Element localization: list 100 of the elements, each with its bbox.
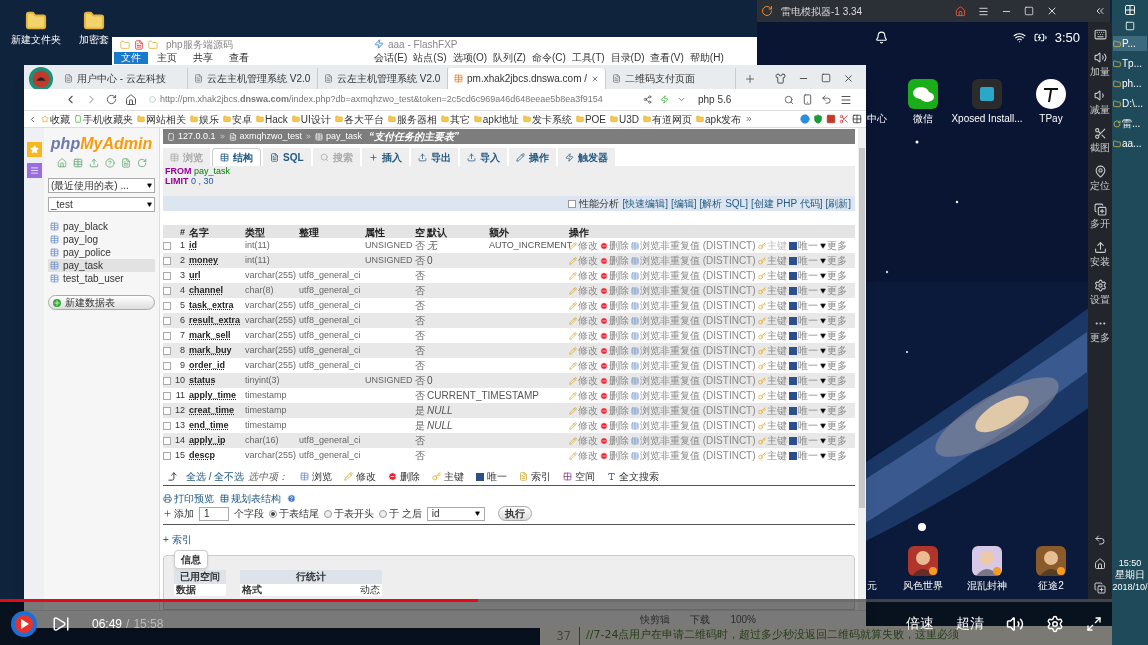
tool-button[interactable]: 减量	[1090, 89, 1110, 117]
bookmark[interactable]: 收藏	[41, 111, 70, 127]
close-icon[interactable]	[1046, 5, 1058, 17]
shirt-icon[interactable]	[775, 73, 786, 84]
ribbon-tab[interactable]: 查看	[222, 52, 256, 64]
phone-icon[interactable]	[802, 94, 813, 105]
table-list-item[interactable]: pay_task	[48, 259, 155, 272]
column-select[interactable]: id	[426, 506, 485, 521]
menu-item[interactable]: 帮助(H)	[689, 51, 724, 64]
checkbox[interactable]	[163, 406, 171, 415]
action-link[interactable]: 主键	[757, 448, 787, 463]
action-link[interactable]: 主键	[757, 418, 787, 433]
tab[interactable]: 插入	[361, 148, 409, 166]
new-tab-icon[interactable]	[744, 73, 757, 85]
field-name[interactable]: task_extra	[189, 298, 245, 313]
plan-link[interactable]: 规划表结构	[220, 490, 281, 506]
breadcrumb-link[interactable]: pay_task	[326, 129, 363, 144]
link[interactable]: [创建 PHP 代码]	[750, 196, 823, 211]
collapse-icon[interactable]	[28, 114, 37, 124]
checkbox[interactable]	[163, 346, 171, 355]
action-link[interactable]: 删除	[600, 418, 629, 433]
player-logo-icon[interactable]	[10, 609, 38, 638]
action-link[interactable]: 唯一	[788, 238, 818, 253]
list-icon[interactable]	[26, 163, 42, 178]
checkbox[interactable]	[568, 199, 577, 208]
action-link[interactable]: 删除	[600, 388, 629, 403]
action-link[interactable]: 唯一	[788, 388, 818, 403]
action-link[interactable]: 主键	[757, 358, 787, 373]
action-link[interactable]: 修改	[569, 358, 598, 373]
bulk-action-button[interactable]: 浏览	[300, 469, 333, 484]
undo-icon[interactable]	[821, 94, 832, 105]
count-field[interactable]: 1	[199, 506, 229, 521]
action-link[interactable]: 删除	[600, 238, 629, 253]
bookmark[interactable]: 其它	[440, 111, 470, 127]
go-button[interactable]: 执行	[497, 506, 532, 521]
menu-item[interactable]: 查看(V)	[650, 51, 684, 64]
bookmark[interactable]: 服务器相	[387, 111, 437, 127]
bookmark[interactable]: POE	[575, 111, 607, 127]
bulk-action-button[interactable]: 空间	[563, 469, 596, 484]
action-link[interactable]: 修改	[569, 418, 598, 433]
bookmark[interactable]: 手机收藏夹	[74, 111, 133, 127]
menu-item[interactable]: 命令(C)	[531, 51, 566, 64]
new-table-button[interactable]: 新建数据表	[48, 295, 155, 310]
select-all-link[interactable]: 全选 / 全不选	[186, 469, 245, 484]
link[interactable]: [解析 SQL]	[699, 196, 748, 211]
action-link[interactable]: 唯一	[788, 298, 818, 313]
action-link[interactable]: 更多	[819, 418, 847, 433]
checkbox[interactable]	[163, 421, 171, 430]
action-link[interactable]: 删除	[600, 328, 629, 343]
quality-button[interactable]: 超清	[956, 613, 984, 634]
checkbox[interactable]	[163, 316, 171, 325]
ribbon-tab[interactable]: 文件	[114, 52, 148, 64]
field-name[interactable]: creat_time	[189, 403, 245, 418]
field-name[interactable]: descp	[189, 448, 245, 463]
maximize-icon[interactable]	[821, 73, 831, 83]
apps-icon[interactable]	[852, 114, 862, 124]
position-radio[interactable]: 于表结尾	[269, 506, 319, 521]
table-list-item[interactable]: pay_police	[48, 246, 155, 259]
search-field[interactable]: php 5.6	[698, 92, 794, 107]
shield-icon[interactable]	[813, 114, 823, 124]
taskbar-item[interactable]: D:\...	[1113, 96, 1147, 111]
collapse-icon[interactable]	[1094, 5, 1106, 17]
app-icon[interactable]	[1036, 546, 1066, 576]
tool-button[interactable]: 设置	[1090, 279, 1110, 307]
action-link[interactable]: 删除	[600, 298, 629, 313]
back-icon[interactable]	[1094, 534, 1106, 546]
tab[interactable]: 操作	[508, 148, 556, 166]
index-link[interactable]: + 索引	[163, 532, 192, 547]
tool-button[interactable]: 截图	[1090, 127, 1110, 155]
checkbox[interactable]	[163, 301, 171, 310]
bulk-action-button[interactable]: 修改	[344, 469, 377, 484]
taskbar-item[interactable]: ph...	[1113, 76, 1147, 91]
bookmark[interactable]: 网站相关	[137, 111, 186, 127]
breadcrumb-link[interactable]: axmqhzwo_test	[239, 129, 303, 144]
recent-tables-select[interactable]: (最近使用的表) ...	[48, 178, 155, 193]
action-link[interactable]: 更多	[819, 328, 847, 343]
field-name[interactable]: order_id	[189, 358, 245, 373]
tab[interactable]: 触发器	[557, 148, 615, 166]
action-link[interactable]: 删除	[600, 268, 629, 283]
field-name[interactable]: mark_buy	[189, 343, 245, 358]
menu-item[interactable]: 会话(E)	[374, 51, 408, 64]
scissors-icon[interactable]	[839, 114, 849, 124]
column-header[interactable]: 额外	[489, 225, 569, 240]
app-icon[interactable]	[908, 546, 938, 576]
link[interactable]: [快速编辑]	[622, 196, 668, 211]
action-link[interactable]: 修改	[569, 448, 598, 463]
extension-icon[interactable]	[826, 114, 836, 124]
bulk-action-button[interactable]: 主键	[432, 469, 465, 484]
action-link[interactable]: 主键	[757, 388, 787, 403]
checkbox[interactable]	[163, 286, 171, 295]
bookmark[interactable]: 各大平台	[334, 111, 384, 127]
link[interactable]: [刷新]	[825, 196, 851, 211]
bookmark[interactable]: 发卡系统	[522, 111, 572, 127]
tool-button[interactable]: 更多	[1090, 317, 1110, 345]
checkbox[interactable]	[163, 331, 171, 340]
menu-item[interactable]: 目录(D)	[610, 51, 645, 64]
action-link[interactable]: 唯一	[788, 358, 818, 373]
taskbar-item[interactable]: P...	[1113, 36, 1147, 51]
bookmark[interactable]: apk地址	[473, 111, 519, 127]
browser-tab[interactable]: pm.xhak2jbcs.dnswa.com /	[448, 68, 607, 89]
